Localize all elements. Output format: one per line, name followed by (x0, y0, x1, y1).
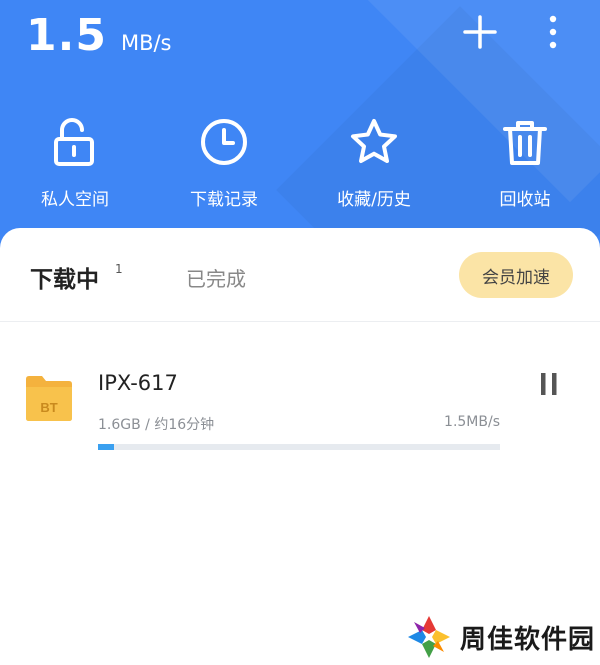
bt-folder-icon: BT (26, 376, 72, 421)
download-progress-bar (98, 444, 500, 450)
add-button[interactable] (462, 14, 498, 50)
download-progress-fill (98, 444, 115, 450)
download-speed: 1.5 MB/s (26, 10, 172, 61)
quick-action-favorites-history[interactable]: 收藏/历史 (299, 117, 449, 210)
watermark: 周佳软件园 (406, 614, 595, 660)
header: 1.5 MB/s 私人空间 下载记录 收藏/历史 回收站 (0, 0, 600, 262)
quick-action-private-space[interactable]: 私人空间 (0, 117, 150, 210)
bt-folder-label: BT (40, 400, 57, 415)
quick-action-label: 回收站 (499, 190, 551, 210)
quick-action-label: 下载记录 (190, 190, 258, 210)
quick-action-label: 收藏/历史 (337, 190, 411, 210)
star-icon (351, 119, 397, 163)
plus-icon (463, 15, 497, 49)
quick-action-recycle-bin[interactable]: 回收站 (450, 117, 600, 210)
download-speed-unit: MB/s (120, 31, 172, 55)
pause-button[interactable] (537, 371, 563, 397)
vip-boost-label: 会员加速 (482, 267, 550, 288)
more-options-button[interactable] (538, 14, 568, 50)
download-size-eta: 1.6GB / 约16分钟 (98, 417, 215, 433)
pause-icon (541, 373, 557, 395)
tab-completed[interactable]: 已完成 (186, 263, 246, 292)
more-vertical-icon (549, 15, 557, 49)
vip-boost-button[interactable]: 会员加速 (459, 252, 573, 298)
clock-icon (201, 119, 247, 165)
tab-downloading-count: 1 (115, 262, 123, 276)
quick-action-label: 私人空间 (41, 190, 109, 210)
watermark-logo-icon (408, 616, 450, 658)
download-file-name: IPX-617 (98, 371, 178, 395)
download-speed-value: 1.5 (26, 10, 107, 61)
download-item-speed: 1.5MB/s (444, 414, 500, 430)
quick-action-download-history[interactable]: 下载记录 (149, 117, 299, 210)
divider (0, 321, 600, 322)
tab-downloading[interactable]: 下载中 (30, 260, 99, 294)
trash-icon (503, 121, 547, 165)
watermark-text: 周佳软件园 (460, 624, 596, 655)
unlock-icon (54, 118, 94, 166)
